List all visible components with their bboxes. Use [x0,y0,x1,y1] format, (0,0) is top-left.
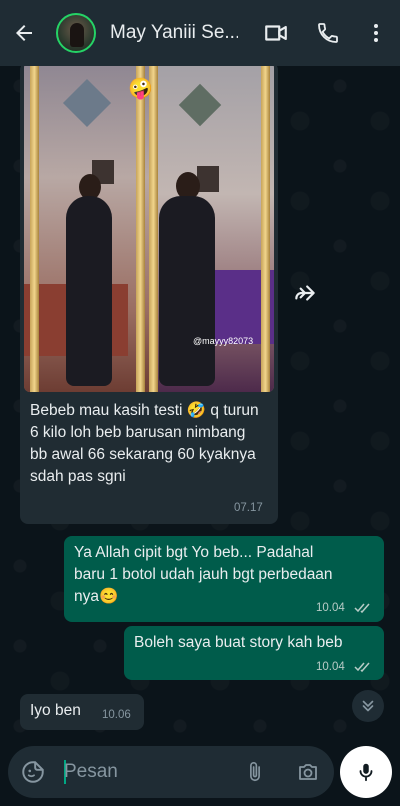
phone-call-button[interactable] [308,0,348,66]
read-ticks-icon [354,662,370,673]
incoming-message-bubble[interactable]: Iyo ben 10.06 [20,694,144,730]
message-input[interactable]: Pesan [64,761,118,783]
message-text: Ya Allah cipit bgt Yo beb... Padahal bar… [74,544,333,605]
outgoing-message-bubble[interactable]: Ya Allah cipit bgt Yo beb... Padahal bar… [64,536,384,622]
read-ticks-icon [354,603,370,614]
contact-name[interactable]: May Yaniii Se... [110,22,238,44]
message-composer[interactable]: Pesan [8,746,334,798]
message-text: Boleh saya buat story kah beb [134,634,343,651]
video-call-icon [265,25,287,41]
photo-left-panel [24,66,149,392]
camera-icon[interactable] [296,760,320,784]
message-time: 10.04 [316,602,345,614]
phone-call-icon [318,23,338,43]
incoming-message-bubble[interactable]: @mayyy82073 🤪 Bebeb mau kasih testi 🤣 q … [20,66,278,524]
microphone-icon [359,763,373,782]
video-call-button[interactable] [256,0,296,66]
message-time: 10.04 [316,661,345,673]
back-button[interactable] [0,0,48,66]
chat-header: May Yaniii Se... [0,0,400,66]
chat-area[interactable]: @mayyy82073 🤪 Bebeb mau kasih testi 🤣 q … [0,66,400,740]
contact-avatar[interactable] [56,13,96,53]
attach-icon[interactable] [244,760,266,784]
photo-watermark: @mayyy82073 [193,336,254,346]
scroll-to-bottom-button[interactable] [352,690,384,722]
voice-record-button[interactable] [340,746,392,798]
forward-button[interactable] [288,276,322,310]
more-options-icon [374,24,378,42]
emoji-sticker-icon: 🤪 [128,78,153,100]
back-arrow-icon [16,25,32,41]
outgoing-message-bubble[interactable]: Boleh saya buat story kah beb 10.04 [124,626,384,680]
message-time: 10.06 [102,709,131,721]
forward-icon [295,285,315,301]
double-chevron-down-icon [362,700,374,712]
message-text: Iyo ben [30,702,81,719]
message-text: Bebeb mau kasih testi 🤣 q turun 6 kilo l… [30,402,259,485]
shared-photo[interactable]: @mayyy82073 🤪 [24,66,274,392]
photo-right-panel: @mayyy82073 [149,66,274,392]
more-options-button[interactable] [356,0,396,66]
message-time: 07.17 [234,502,263,514]
emoji-sticker-icon[interactable] [20,759,46,785]
